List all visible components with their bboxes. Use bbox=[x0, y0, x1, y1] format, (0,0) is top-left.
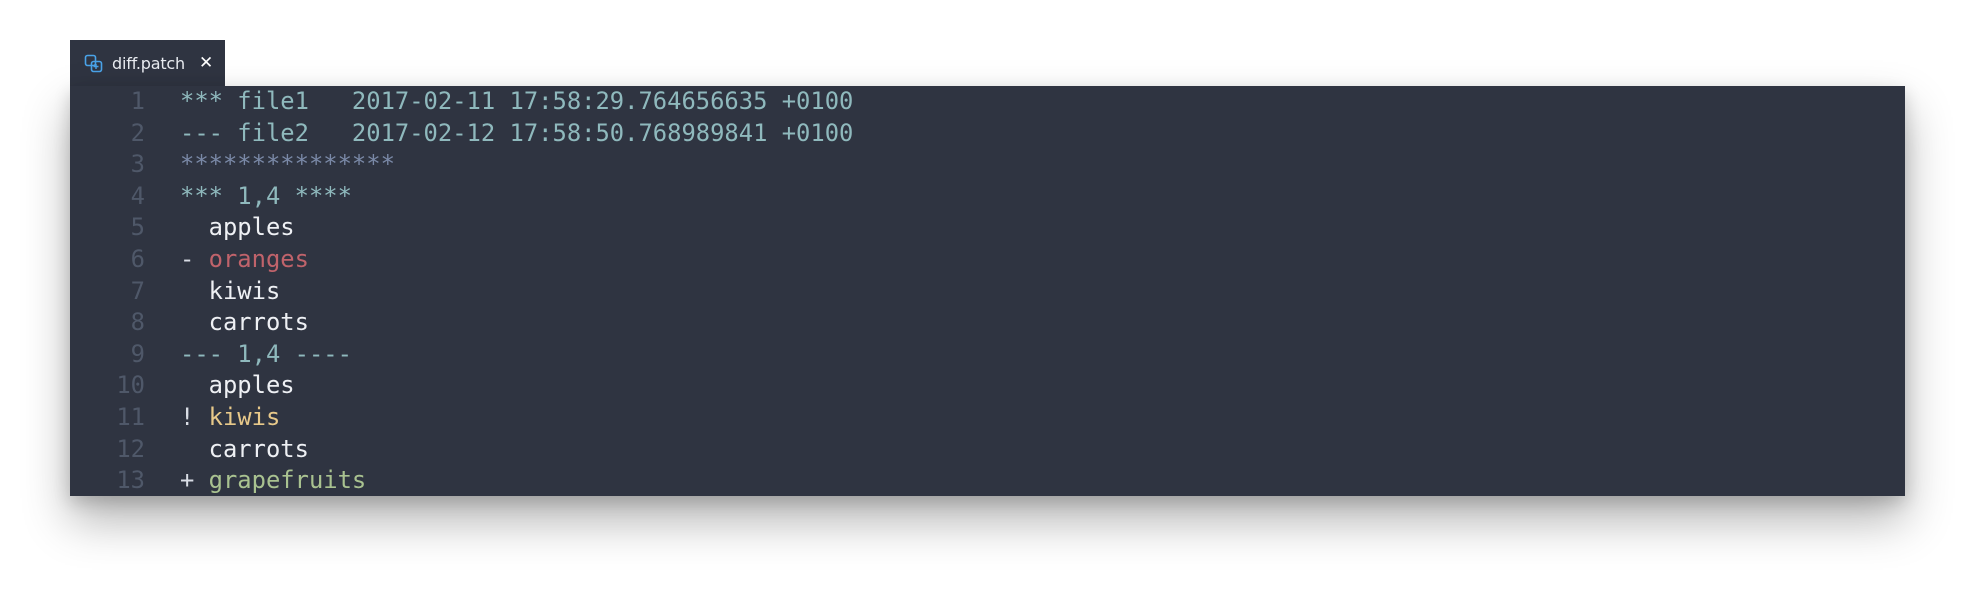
code-token: kiwis bbox=[208, 403, 281, 431]
line-number: 9 bbox=[130, 339, 145, 368]
line-number: 2 bbox=[130, 118, 145, 147]
code-token: oranges bbox=[208, 245, 309, 273]
code-line: 12 carrots bbox=[70, 434, 1905, 466]
line-number: 6 bbox=[130, 245, 145, 273]
diff-file-icon bbox=[84, 54, 103, 73]
code-line: 8 carrots bbox=[70, 307, 1905, 339]
line-number: 1 bbox=[130, 87, 145, 115]
line-number: 11 bbox=[116, 403, 145, 431]
code-token: + bbox=[180, 466, 209, 495]
code-line: 1 *** file1 2017-02-11 17:58:29.764656635… bbox=[70, 86, 1905, 118]
code-line: 9 --- 1,4 ---- bbox=[70, 339, 1905, 371]
code-text: apples bbox=[180, 212, 295, 244]
close-icon[interactable]: ✕ bbox=[199, 53, 213, 73]
line-number: 3 bbox=[130, 150, 145, 179]
code-line: 11! kiwis bbox=[70, 402, 1905, 434]
code-text: *************** bbox=[180, 149, 395, 181]
code-text: --- 1,4 ---- bbox=[180, 339, 352, 371]
code-text: - oranges bbox=[180, 244, 309, 276]
code-token: carrots bbox=[180, 308, 309, 337]
code-line: 5 apples bbox=[70, 212, 1905, 244]
line-number: 10 bbox=[116, 371, 145, 400]
code-token: --- file2 2017-02-12 17:58:50.768989841 … bbox=[180, 118, 854, 147]
code-text: kiwis bbox=[180, 276, 281, 308]
code-text: *** 1,4 **** bbox=[180, 181, 352, 213]
tab-title: diff.patch bbox=[112, 53, 185, 73]
code-line: 6 - oranges bbox=[70, 244, 1905, 276]
line-number: 8 bbox=[130, 308, 145, 337]
line-number: 13 bbox=[116, 466, 145, 495]
code-token: ! bbox=[180, 403, 209, 431]
code-line: 3 *************** bbox=[70, 149, 1905, 181]
code-token: apples bbox=[180, 213, 295, 242]
editor-window: diff.patch ✕ 1 *** file1 2017-02-11 17:58… bbox=[70, 40, 1905, 496]
line-number: 7 bbox=[130, 276, 145, 305]
code-token: - bbox=[180, 245, 209, 273]
code-editor[interactable]: 1 *** file1 2017-02-11 17:58:29.764656635… bbox=[70, 86, 1905, 496]
code-token: grapefruits bbox=[208, 466, 367, 495]
line-number: 5 bbox=[130, 213, 145, 242]
code-text: apples bbox=[180, 370, 295, 402]
code-token: kiwis bbox=[180, 276, 281, 305]
code-token: carrots bbox=[180, 434, 309, 463]
code-text: carrots bbox=[180, 307, 309, 339]
code-token: *************** bbox=[180, 150, 395, 179]
code-text: *** file1 2017-02-11 17:58:29.764656635 … bbox=[180, 86, 853, 118]
code-line: 4 *** 1,4 **** bbox=[70, 181, 1905, 213]
line-number: 4 bbox=[130, 181, 145, 210]
code-line: 10 apples bbox=[70, 370, 1905, 402]
code-line: 7 kiwis bbox=[70, 276, 1905, 308]
line-number: 12 bbox=[116, 434, 145, 463]
code-token: *** 1,4 **** bbox=[180, 181, 352, 210]
code-token: --- 1,4 ---- bbox=[180, 339, 352, 368]
code-text: --- file2 2017-02-12 17:58:50.768989841 … bbox=[180, 118, 853, 150]
code-token: apples bbox=[180, 371, 295, 400]
code-line: 13 + grapefruits bbox=[70, 465, 1905, 496]
code-text: ! kiwis bbox=[180, 402, 280, 434]
code-line: 2 --- file2 2017-02-12 17:58:50.768989841… bbox=[70, 118, 1905, 150]
code-token: *** file1 2017-02-11 17:58:29.764656635 … bbox=[180, 87, 854, 115]
code-text: carrots bbox=[180, 434, 309, 466]
tab-diff-patch[interactable]: diff.patch ✕ bbox=[70, 40, 225, 86]
code-text: + grapefruits bbox=[180, 465, 366, 496]
